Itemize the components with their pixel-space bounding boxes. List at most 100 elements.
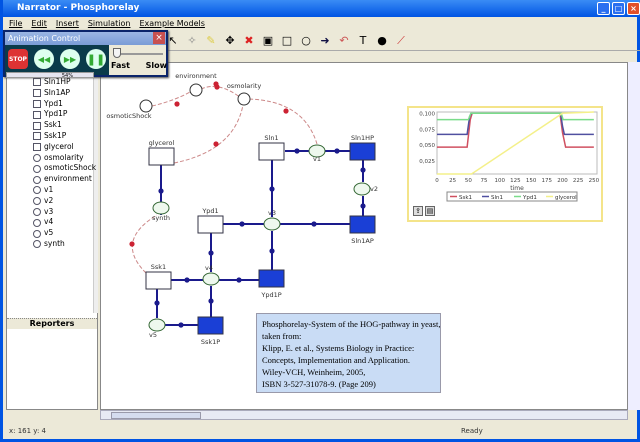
variable-osmoticshock[interactable] [139,99,153,113]
horizontal-scrollbar[interactable] [100,410,628,420]
reporter-icon[interactable]: ● [375,34,389,47]
link-handle[interactable] [208,298,214,304]
stock-sln1[interactable] [258,142,285,161]
window-title: Narrator - Phosphorelay [17,3,140,13]
variable-label: osmoticShock [106,112,151,120]
flow-label: v5 [149,331,157,339]
fast-forward-button[interactable]: ▶▶ [58,46,82,72]
flow-synth[interactable] [152,201,170,215]
tree-item[interactable]: osmoticShock [33,163,96,174]
link-handle[interactable] [174,101,180,107]
variable-osmolarity[interactable] [237,92,251,106]
pause-button[interactable]: ❚❚ [84,46,108,72]
menu-insert[interactable]: Insert [56,19,79,28]
stock-ypd1[interactable] [197,215,224,234]
save-icon[interactable]: ▤ [425,206,435,216]
link-handle[interactable] [214,84,220,90]
link-handle[interactable] [239,221,245,227]
text-icon[interactable]: T [356,34,370,47]
menu-edit[interactable]: Edit [31,19,47,28]
tree-item[interactable]: Sln1AP [33,88,96,99]
minimize-button[interactable]: _ [597,2,610,15]
plot-panel[interactable]: 0 25 50 75 100 125 150 175 200 225 250 0,025 0,050 0,… [407,106,603,222]
stock-ssk1[interactable] [145,271,172,290]
tree-item[interactable]: Ypd1 [33,99,96,110]
close-button[interactable]: × [627,2,640,15]
info-link[interactable] [248,98,318,145]
tree-item-label: v1 [44,184,54,194]
slider-thumb[interactable] [113,48,121,58]
menu-file[interactable]: File [9,19,22,28]
stop-button[interactable]: STOP [6,46,30,72]
rectangle-icon[interactable]: □ [280,34,294,47]
link-handle[interactable] [213,141,219,147]
link-handle[interactable] [360,203,366,209]
link-handle[interactable] [178,322,184,328]
tree-item[interactable]: v1 [33,185,96,196]
maximize-button[interactable]: □ [612,2,625,15]
plot-icon[interactable]: ⟋ [394,34,408,48]
info-link[interactable] [173,104,244,164]
arrow-icon[interactable]: ➜ [318,34,332,47]
menu-simulation[interactable]: Simulation [88,19,131,28]
link-handle[interactable] [184,277,190,283]
stock-sln1hp[interactable] [349,142,376,161]
stock-sln1ap[interactable] [349,215,376,234]
link-handle[interactable] [360,167,366,173]
tree-item[interactable]: v3 [33,207,96,218]
link-handle[interactable] [208,250,214,256]
lasso-icon[interactable]: ↖ [166,34,180,47]
speed-slider[interactable]: Fast Slow [111,47,167,77]
flow-v5[interactable] [148,318,166,332]
pencil-icon[interactable]: ✎ [204,34,218,47]
link-handle[interactable] [158,188,164,194]
variable-environment[interactable] [189,83,203,97]
rewind-button[interactable]: ◀◀ [32,46,56,72]
link-handle[interactable] [311,221,317,227]
vertical-scrollbar[interactable] [628,62,640,410]
menu-example-models[interactable]: Example Models [139,19,204,28]
info-link[interactable] [151,90,193,107]
circle-icon[interactable]: ○ [299,34,313,47]
connector-icon[interactable]: ↶ [337,34,351,47]
link-handle[interactable] [236,277,242,283]
flow-v2[interactable] [353,182,371,196]
stock-icon [33,110,41,119]
note-line: ISBN 3-527-31078-9. (Page 209) [262,379,376,389]
annotation-note[interactable]: Phosphorelay-System of the HOG-pathway i… [256,313,441,393]
delete-icon[interactable]: ✖ [242,34,256,47]
tree-item[interactable]: v4 [33,217,96,228]
y-tick-label: 0,100 [419,111,435,117]
tree-item[interactable]: osmolarity [33,153,96,164]
stock-ypd1p[interactable] [258,269,285,288]
link-handle[interactable] [283,108,289,114]
tree-item-label: v5 [44,228,54,238]
tree-item[interactable]: Ypd1P [33,109,96,120]
link-handle[interactable] [154,300,160,306]
tree-item[interactable]: environment [33,174,96,185]
tree-item[interactable]: v5 [33,228,96,239]
export-icon[interactable]: ⇪ [413,206,423,216]
tree-item[interactable]: v2 [33,196,96,207]
link-handle[interactable] [294,148,300,154]
stock-glycerol[interactable] [148,147,175,166]
move-icon[interactable]: ✥ [223,34,237,47]
tree-item[interactable]: glycerol [33,142,96,153]
flow-v4[interactable] [202,272,220,286]
scrollbar-thumb[interactable] [111,412,201,419]
link-handle[interactable] [269,186,275,192]
animation-close-button[interactable]: × [153,32,165,44]
link-handle[interactable] [334,148,340,154]
tree-item[interactable]: Ssk1P [33,131,96,142]
x-tick-label: 75 [481,178,488,184]
animation-title-bar: Animation Control × [5,32,166,45]
tree-item[interactable]: synth [33,239,96,250]
link-handle[interactable] [129,241,135,247]
compartment-icon[interactable]: ▣ [261,34,275,47]
link-handle[interactable] [269,248,275,254]
stock-icon [33,89,41,98]
stock-ssk1p[interactable] [197,316,224,335]
flow-v3[interactable] [263,217,281,231]
lasso-icon[interactable]: ✧ [185,34,199,47]
tree-item[interactable]: Ssk1 [33,120,96,131]
